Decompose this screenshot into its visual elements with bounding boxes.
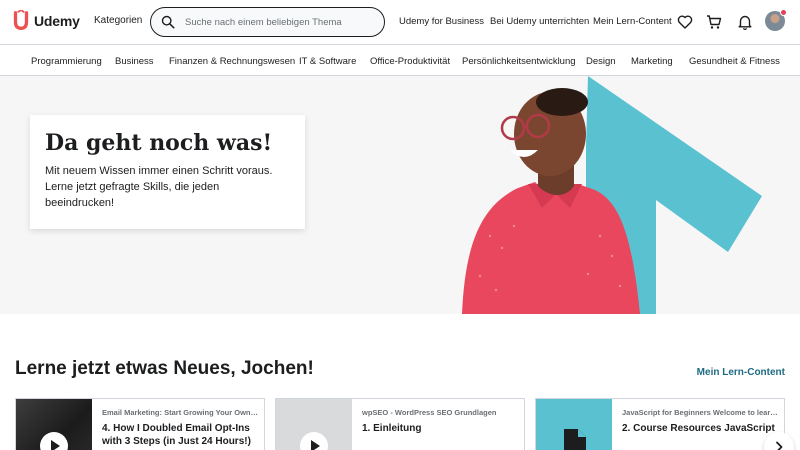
course-card[interactable]: JavaScript for Beginners Welcome to lear… [535, 398, 785, 450]
category-business[interactable]: Business [115, 56, 154, 67]
category-office[interactable]: Office-Produktivität [370, 56, 450, 67]
category-persoenlichkeit[interactable]: Persönlichkeitsentwicklung [462, 56, 576, 67]
category-finanzen[interactable]: Finanzen & Rechnungswesen [169, 56, 295, 67]
category-marketing[interactable]: Marketing [631, 56, 673, 67]
course-thumbnail [16, 399, 92, 450]
category-gesundheit[interactable]: Gesundheit & Fitness [689, 56, 780, 67]
user-avatar[interactable] [765, 9, 787, 31]
teach-on-udemy-link[interactable]: Bei Udemy unterrichten [490, 16, 589, 27]
search-icon[interactable] [161, 15, 175, 29]
section-title: Lerne jetzt etwas Neues, Jochen! [15, 358, 314, 379]
search-input[interactable] [185, 16, 375, 28]
hero-illustration [462, 76, 762, 314]
notification-dot [780, 9, 787, 16]
logo-text: Udemy [34, 13, 80, 29]
lecture-title: 4. How I Doubled Email Opt-Ins with 3 St… [102, 423, 251, 447]
hero-title: Da geht noch was! [45, 130, 273, 156]
course-card[interactable]: Email Marketing: Start Growing Your Own … [15, 398, 265, 450]
course-card[interactable]: wpSEO - WordPress SEO Grundlagen 1. Einl… [275, 398, 525, 450]
lecture-title: 2. Course Resources JavaScript [622, 423, 775, 434]
course-thumbnail [276, 399, 352, 450]
search-bar[interactable] [150, 7, 385, 37]
play-icon[interactable] [40, 432, 68, 450]
heart-icon[interactable] [677, 14, 693, 30]
cart-icon[interactable] [706, 14, 722, 30]
play-icon[interactable] [300, 432, 328, 450]
chevron-right-icon [776, 441, 783, 450]
udemy-for-business-link[interactable]: Udemy for Business [399, 16, 484, 27]
hero-banner: Da geht noch was! Mit neuem Wissen immer… [0, 76, 800, 314]
lecture-title: 1. Einleitung [362, 423, 422, 434]
category-design[interactable]: Design [586, 56, 616, 67]
course-name: wpSEO - WordPress SEO Grundlagen [362, 408, 497, 417]
carousel-next-button[interactable] [764, 432, 794, 450]
course-name: JavaScript for Beginners Welcome to lear… [622, 408, 780, 417]
bell-icon[interactable] [737, 14, 753, 30]
hero-card: Da geht noch was! Mit neuem Wissen immer… [30, 115, 305, 229]
my-learning-section-link[interactable]: Mein Lern-Content [697, 367, 785, 378]
category-nav: Programmierung Business Finanzen & Rechn… [0, 44, 800, 76]
udemy-logo-icon [13, 10, 29, 30]
my-learning-link[interactable]: Mein Lern-Content [593, 16, 672, 27]
category-it-software[interactable]: IT & Software [299, 56, 356, 67]
top-header: Udemy Kategorien Udemy for Business Bei … [0, 0, 800, 44]
categories-menu[interactable]: Kategorien [94, 15, 142, 26]
course-thumbnail [536, 399, 612, 450]
category-programmierung[interactable]: Programmierung [31, 56, 102, 67]
course-name: Email Marketing: Start Growing Your Own … [102, 408, 260, 417]
document-icon [564, 429, 586, 450]
udemy-logo[interactable]: Udemy [10, 10, 80, 32]
hero-text: Mit neuem Wissen immer einen Schritt vor… [45, 165, 273, 209]
